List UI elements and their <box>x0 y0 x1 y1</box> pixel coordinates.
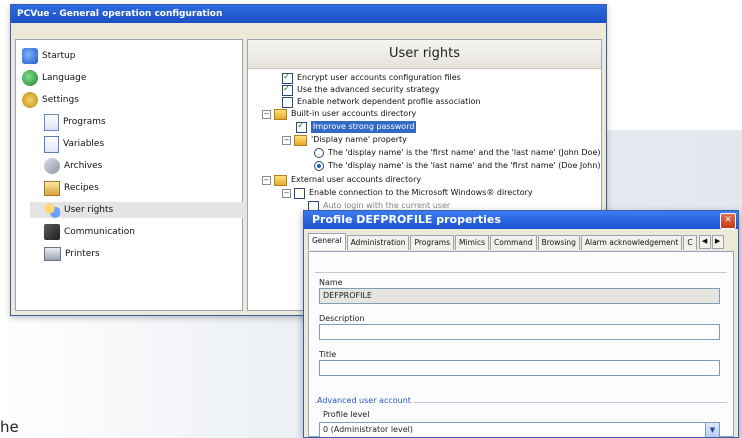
group-builtin-directory[interactable]: − Built-in user accounts directory <box>262 108 416 120</box>
collapse-icon[interactable]: − <box>282 135 291 145</box>
tree-item-label: User rights <box>64 205 114 215</box>
tree-item-label: Programs <box>63 117 106 127</box>
enable-connection-checkbox[interactable] <box>294 187 305 199</box>
config-window-titlebar[interactable]: PCVue - General operation configuration <box>11 5 606 23</box>
printers-icon <box>44 247 61 261</box>
option-display-last-first[interactable]: The 'display name' is the 'last name' an… <box>314 160 600 172</box>
option-encrypt[interactable]: Encrypt user accounts configuration file… <box>282 71 461 84</box>
recipes-icon <box>44 180 60 196</box>
tab-administration[interactable]: Administration <box>346 235 410 250</box>
option-improve-password[interactable]: Improve strong password <box>296 120 417 133</box>
collapse-icon[interactable]: − <box>262 175 271 185</box>
tree-item-label: Recipes <box>64 183 99 193</box>
advanced-security-checkbox[interactable] <box>282 83 293 96</box>
tree-item-label: Communication <box>64 227 135 237</box>
tab-general[interactable]: General <box>308 233 346 250</box>
close-icon[interactable]: ✕ <box>720 213 736 229</box>
profile-level-label: Profile level <box>323 410 370 419</box>
folder-icon <box>274 174 287 186</box>
option-display-first-last[interactable]: The 'display name' is the 'first name' a… <box>314 147 600 159</box>
tree-item-label: Startup <box>42 51 76 61</box>
chevron-down-icon[interactable]: ▼ <box>705 423 719 437</box>
option-label: Encrypt user accounts configuration file… <box>297 73 461 82</box>
title-field[interactable] <box>319 360 720 376</box>
description-field[interactable] <box>319 324 720 340</box>
separator <box>315 272 727 273</box>
profile-properties-dialog: Profile DEFPROFILE properties ✕ General … <box>303 210 739 438</box>
collapse-icon[interactable]: − <box>282 188 291 198</box>
tree-item-recipes[interactable]: Recipes <box>44 180 99 196</box>
tab-alarm-acknowledgement[interactable]: Alarm acknowledgement <box>580 235 683 250</box>
tree-item-label: Archives <box>64 161 103 171</box>
group-label: External user accounts directory <box>291 175 422 184</box>
settings-icon <box>22 92 38 108</box>
status-icon <box>22 48 38 64</box>
tree-item-user-rights[interactable]: User rights <box>30 202 254 218</box>
profile-level-value: 0 (Administrator level) <box>323 425 413 434</box>
caption-fragment: he <box>0 418 19 436</box>
profile-level-select[interactable]: 0 (Administrator level) ▼ <box>319 422 720 437</box>
improve-password-checkbox[interactable] <box>296 120 307 133</box>
config-tree: Startup Language Settings Programs Varia… <box>15 39 254 311</box>
tree-item-label: Printers <box>65 249 100 259</box>
group-label: 'Display name' property <box>311 135 407 144</box>
group-display-name[interactable]: − 'Display name' property <box>282 134 407 146</box>
group-external-directory[interactable]: − External user accounts directory <box>262 174 421 186</box>
tab-scroll-left-icon[interactable]: ◀ <box>698 235 711 249</box>
folder-icon <box>294 134 307 146</box>
tree-item-archives[interactable]: Archives <box>44 158 102 174</box>
tab-browsing[interactable]: Browsing <box>537 235 580 250</box>
tab-scroll-right-icon[interactable]: ▶ <box>711 235 724 249</box>
option-enable-connection[interactable]: − Enable connection to the Microsoft Win… <box>282 187 533 199</box>
tree-item-settings[interactable]: Settings <box>22 92 79 108</box>
option-label: The 'display name' is the 'last name' an… <box>328 161 601 170</box>
tree-item-language[interactable]: Language <box>22 70 86 86</box>
communication-icon <box>44 224 60 240</box>
variables-icon <box>44 135 59 153</box>
tree-item-variables[interactable]: Variables <box>44 135 105 153</box>
pane-title: User rights <box>248 40 601 69</box>
network-profile-checkbox[interactable] <box>282 96 293 108</box>
option-label: Use the advanced security strategy <box>297 85 440 94</box>
tree-item-label: Language <box>42 73 87 83</box>
tree-item-printers[interactable]: Printers <box>44 246 100 262</box>
option-label: Enable connection to the Microsoft Windo… <box>309 188 533 197</box>
option-label: Improve strong password <box>311 121 417 133</box>
group-label: Built-in user accounts directory <box>291 109 417 118</box>
name-field: DEFPROFILE <box>319 288 720 304</box>
user-rights-icon <box>44 202 60 218</box>
collapse-icon[interactable]: − <box>262 109 271 119</box>
option-network-profile[interactable]: Enable network dependent profile associa… <box>282 96 480 108</box>
title-label: Title <box>319 350 337 359</box>
tree-item-label: Variables <box>63 139 105 149</box>
tab-more[interactable]: C <box>683 235 697 250</box>
archives-icon <box>44 158 60 174</box>
advanced-group-label: Advanced user account <box>317 396 414 405</box>
tab-command[interactable]: Command <box>490 235 537 250</box>
programs-icon <box>44 113 59 131</box>
tree-item-status[interactable]: Startup <box>22 48 75 64</box>
tab-mimics[interactable]: Mimics <box>455 235 489 250</box>
tab-programs[interactable]: Programs <box>410 235 455 250</box>
name-label: Name <box>319 278 343 287</box>
dialog-tabs: General Administration Programs Mimics C… <box>308 233 734 251</box>
tree-item-programs[interactable]: Programs <box>44 113 106 131</box>
dialog-titlebar[interactable]: Profile DEFPROFILE properties <box>304 211 738 229</box>
radio-first-last[interactable] <box>314 148 324 158</box>
general-tab-panel: Name DEFPROFILE Description Title Advanc… <box>308 251 734 437</box>
tree-item-label: Settings <box>42 95 79 105</box>
folder-icon <box>274 108 287 120</box>
option-label: Enable network dependent profile associa… <box>297 97 481 106</box>
description-label: Description <box>319 314 365 323</box>
tree-item-communication[interactable]: Communication <box>44 224 135 240</box>
radio-last-first[interactable] <box>314 161 324 171</box>
option-advanced-security[interactable]: Use the advanced security strategy <box>282 83 440 96</box>
option-label: The 'display name' is the 'first name' a… <box>328 148 601 157</box>
language-icon <box>22 70 38 86</box>
